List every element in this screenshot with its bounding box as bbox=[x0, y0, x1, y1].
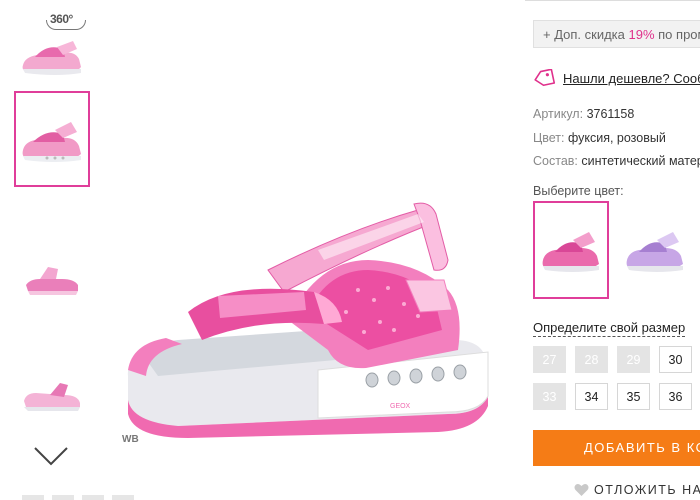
heart-icon bbox=[574, 483, 589, 496]
thumbnail-3[interactable] bbox=[14, 230, 90, 326]
badge-360: 360° bbox=[46, 12, 86, 30]
article-row: Артикул: 3761158 bbox=[533, 107, 634, 121]
thumbnail-column: 360° bbox=[0, 0, 134, 500]
size-label: 33 bbox=[542, 389, 557, 404]
postpone-label: ОТЛОЖИТЬ НА bbox=[594, 483, 700, 497]
promo-discount-box[interactable]: + Доп. скидка 19% по промо bbox=[533, 20, 700, 48]
main-product-image[interactable]: GEOX bbox=[118, 200, 498, 440]
size-option[interactable]: 34 bbox=[575, 383, 608, 410]
size-label: 34 bbox=[584, 389, 599, 404]
thumbnail-2-selected[interactable] bbox=[14, 91, 90, 187]
article-value: 3761158 bbox=[586, 107, 635, 121]
article-label: Артикул: bbox=[533, 107, 584, 121]
sandal-swatch-fuchsia bbox=[542, 232, 599, 272]
size-label: 35 bbox=[626, 389, 641, 404]
material-label: Состав: bbox=[533, 154, 578, 168]
size-label: 29 bbox=[626, 352, 641, 367]
size-option[interactable]: 30 bbox=[659, 346, 692, 373]
sandal-thumbnail-side bbox=[22, 122, 82, 162]
choose-color-label: Выберите цвет: bbox=[533, 184, 624, 198]
sandal-thumbnail-back bbox=[24, 383, 80, 411]
pagination-dot[interactable] bbox=[82, 495, 104, 500]
discount-suffix: по промо bbox=[658, 27, 700, 42]
found-cheaper-link[interactable]: Нашли дешевле? Сообщ bbox=[533, 67, 700, 89]
gallery-pagination bbox=[22, 495, 162, 500]
discount-prefix: + Доп. скидка bbox=[543, 27, 629, 42]
sandal-swatch-lilac bbox=[626, 232, 683, 272]
color-option-fuchsia[interactable] bbox=[533, 201, 609, 299]
size-option: 33 bbox=[533, 383, 566, 410]
color-value: фуксия, розовый bbox=[567, 131, 666, 145]
pagination-dot[interactable] bbox=[22, 495, 44, 500]
chevron-down-icon[interactable] bbox=[33, 444, 69, 468]
size-label: 28 bbox=[584, 352, 599, 367]
size-label: 27 bbox=[542, 352, 557, 367]
size-label: 36 bbox=[668, 389, 683, 404]
size-option[interactable]: 35 bbox=[617, 383, 650, 410]
discount-percent: 19% bbox=[628, 27, 655, 42]
price-tag-icon bbox=[534, 69, 555, 87]
material-row: Состав: синтетический матер bbox=[533, 154, 700, 168]
size-guide-link[interactable]: Определите свой размер bbox=[533, 320, 686, 337]
product-info-panel: + Доп. скидка 19% по промо Нашли дешевле… bbox=[525, 0, 700, 500]
thumbnail-360[interactable]: 360° bbox=[14, 0, 90, 96]
add-to-cart-button[interactable]: ДОБАВИТЬ В КО bbox=[533, 430, 700, 466]
color-option-lilac[interactable] bbox=[617, 201, 693, 299]
size-option: 27 bbox=[533, 346, 566, 373]
pagination-dot[interactable] bbox=[112, 495, 134, 500]
size-label: 30 bbox=[668, 352, 683, 367]
divider bbox=[525, 0, 700, 3]
color-label: Цвет: bbox=[533, 131, 565, 145]
size-option: 29 bbox=[617, 346, 650, 373]
sandal-thumbnail-front bbox=[26, 267, 78, 295]
thumbnail-4[interactable] bbox=[14, 342, 90, 438]
size-option: 28 bbox=[575, 346, 608, 373]
found-cheaper-text[interactable]: Нашли дешевле? Сообщ bbox=[563, 71, 700, 86]
postpone-button[interactable]: ОТЛОЖИТЬ НА bbox=[574, 481, 700, 499]
size-option[interactable]: 36 bbox=[659, 383, 692, 410]
svg-text:GEOX: GEOX bbox=[390, 403, 411, 410]
material-value: синтетический матер bbox=[581, 154, 700, 168]
image-watermark: WB bbox=[122, 434, 139, 445]
rotate-360-icon bbox=[46, 20, 86, 30]
pagination-dot[interactable] bbox=[52, 495, 74, 500]
color-row: Цвет: фуксия, розовый bbox=[533, 131, 666, 145]
